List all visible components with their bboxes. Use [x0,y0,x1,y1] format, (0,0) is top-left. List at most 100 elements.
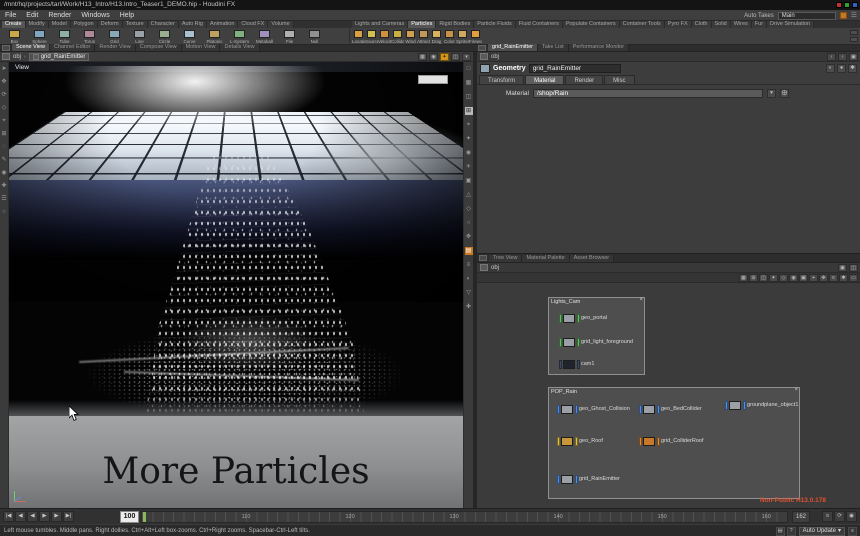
network-box-lights-cam[interactable]: Lights_Cam×geo_portalgrid_light_foregrou… [548,297,645,375]
display-options-icon[interactable]: ≡ [848,527,857,536]
render-flag[interactable] [575,405,578,414]
display-flag[interactable] [639,405,642,414]
footprint-icon[interactable]: ⌖ [809,274,818,282]
rotate-icon[interactable]: ⟳ [0,91,8,99]
select-mode-button[interactable]: ▦ [418,53,427,61]
node-groundplane-object1[interactable]: groundplane_object1 [725,400,798,410]
tool-circle[interactable]: Circle [152,29,177,44]
lights-icon[interactable]: ☀ [465,163,473,171]
close-button[interactable] [836,2,842,8]
frame-ruler[interactable]: 110120130140150160 [141,511,788,523]
scale-icon[interactable]: ◇ [0,104,8,112]
shelf-tab-populate-containers[interactable]: Populate Containers [563,21,620,28]
menu-edit[interactable]: Edit [26,12,38,19]
pane-tab-channel-editor[interactable]: Channel Editor [50,44,95,51]
shelf-tab-particles[interactable]: Particles [408,21,436,28]
tool-velocity[interactable]: Velocity [378,29,391,44]
node-grid-rainemitter[interactable]: grid_RainEmitter [557,474,620,484]
node-cam1[interactable]: cam1 [559,359,594,369]
handles-display-icon[interactable]: ✥ [465,233,473,241]
shelf-tab-rigid-bodies[interactable]: Rigid Bodies [436,21,474,28]
shelf-tab-character[interactable]: Character [148,21,179,28]
camera-icon[interactable]: ◉ [465,149,473,157]
shelf-tab-particle-fluids[interactable]: Particle Fluids [474,21,516,28]
wireframe-icon[interactable]: ○ [465,219,473,227]
pin-icon[interactable]: ▣ [849,53,858,61]
take-selector[interactable]: Main [778,12,836,20]
render-flag[interactable] [577,338,580,347]
snapshot-icon[interactable]: ⊞ [465,107,473,115]
shade-icon[interactable]: ▣ [465,177,473,185]
tool-source[interactable]: Source [365,29,378,44]
take-record-icon[interactable] [840,12,847,19]
tool-location[interactable]: Location [352,29,365,44]
pane-tab-details-view[interactable]: Details View [220,44,259,51]
shelf-tab-model[interactable]: Model [49,21,71,28]
net-tab-material-palette[interactable]: Material Palette [522,255,569,262]
plus-icon[interactable]: ✚ [465,303,473,311]
pin-icon[interactable]: ▣ [838,264,847,272]
translate-icon[interactable]: ✥ [0,78,8,86]
menu-help[interactable]: Help [120,12,134,19]
display-flag[interactable] [725,401,728,410]
pane-link-icon[interactable] [480,53,488,60]
shelf-tab-deform[interactable]: Deform [98,21,123,28]
network-view-icon[interactable] [479,255,487,261]
split-view-icon[interactable]: ◫ [465,93,473,101]
shelf-tab-auto-rig[interactable]: Auto Rig [179,21,207,28]
help-icon[interactable]: ? [787,527,796,536]
split-icon[interactable]: ◫ [849,264,858,272]
shade-toggle-icon[interactable]: ◐ [826,64,835,73]
jump-start-button[interactable]: |◀ [3,511,14,522]
param-tab-render[interactable]: Render [565,75,603,84]
tool-line[interactable]: Line [127,29,152,44]
pane-tab-performance-monitor[interactable]: Performance Monitor [569,44,629,51]
layout-icon[interactable]: □ [465,65,473,73]
net-tab-tree-view[interactable]: Tree View [489,255,522,262]
display-flag[interactable] [557,475,560,484]
tool-metaball[interactable]: Metaball [252,29,277,44]
render-flag[interactable] [577,314,580,323]
auto-update-selector[interactable]: Auto Update ▾ [799,527,845,536]
history-back-icon[interactable]: ‹ [827,53,836,61]
pane-link-icon[interactable] [2,53,10,60]
target-icon[interactable]: ⌖ [465,121,473,129]
node-geo-ghost-collision[interactable]: geo_Ghost_Collision [557,404,630,414]
options-button[interactable]: ▾ [462,53,471,61]
lock-icon[interactable]: ● [837,64,846,73]
star-icon[interactable]: ✦ [465,135,473,143]
menu-render[interactable]: Render [48,12,71,19]
net-tab-asset-browser[interactable]: Asset Browser [570,255,614,262]
close-icon[interactable]: × [639,297,643,303]
options-list-icon[interactable]: ≡ [465,261,473,269]
tool-grid[interactable]: Grid [102,29,127,44]
tool-color[interactable]: Color [443,29,456,44]
realtime-button[interactable]: ◉ [846,511,857,522]
op-chooser-icon[interactable]: ▾ [767,89,776,98]
pane-tab-scene-view[interactable]: Scene View [12,44,50,51]
network-path[interactable]: obj [491,265,499,271]
close-icon[interactable]: × [794,387,798,393]
dolly-icon[interactable]: ✚ [0,182,8,190]
step-forward-button[interactable]: ▶ [51,511,62,522]
grid-snap-icon[interactable]: ▦ [739,274,748,282]
tool-tube[interactable]: Tube [52,29,77,44]
display-flag[interactable] [559,360,562,369]
display-flag[interactable] [559,314,562,323]
open-floating-icon[interactable]: ⨁ [780,89,789,98]
shelf-tab-pyro-fx[interactable]: Pyro FX [665,21,692,28]
node-grid-light-foreground[interactable]: grid_light_foreground [559,337,633,347]
display-flag[interactable] [559,338,562,347]
down-icon[interactable]: ▽ [465,289,473,297]
menu-windows[interactable]: Windows [81,12,109,19]
brush-icon[interactable]: ✎ [0,156,8,164]
pane-tab-compose-view[interactable]: Compose View [136,44,182,51]
loop-button[interactable]: ⟳ [834,511,845,522]
viewport-3d-canvas[interactable]: View More Particles [9,62,463,508]
shelf-tab-fur[interactable]: Fur [752,21,767,28]
render-flag[interactable] [575,437,578,446]
tool-sphere[interactable]: Sphere [27,29,52,44]
history-forward-icon[interactable]: › [838,53,847,61]
points-icon[interactable]: ◇ [465,205,473,213]
shelf-tab-container-tools[interactable]: Container Tools [620,21,665,28]
